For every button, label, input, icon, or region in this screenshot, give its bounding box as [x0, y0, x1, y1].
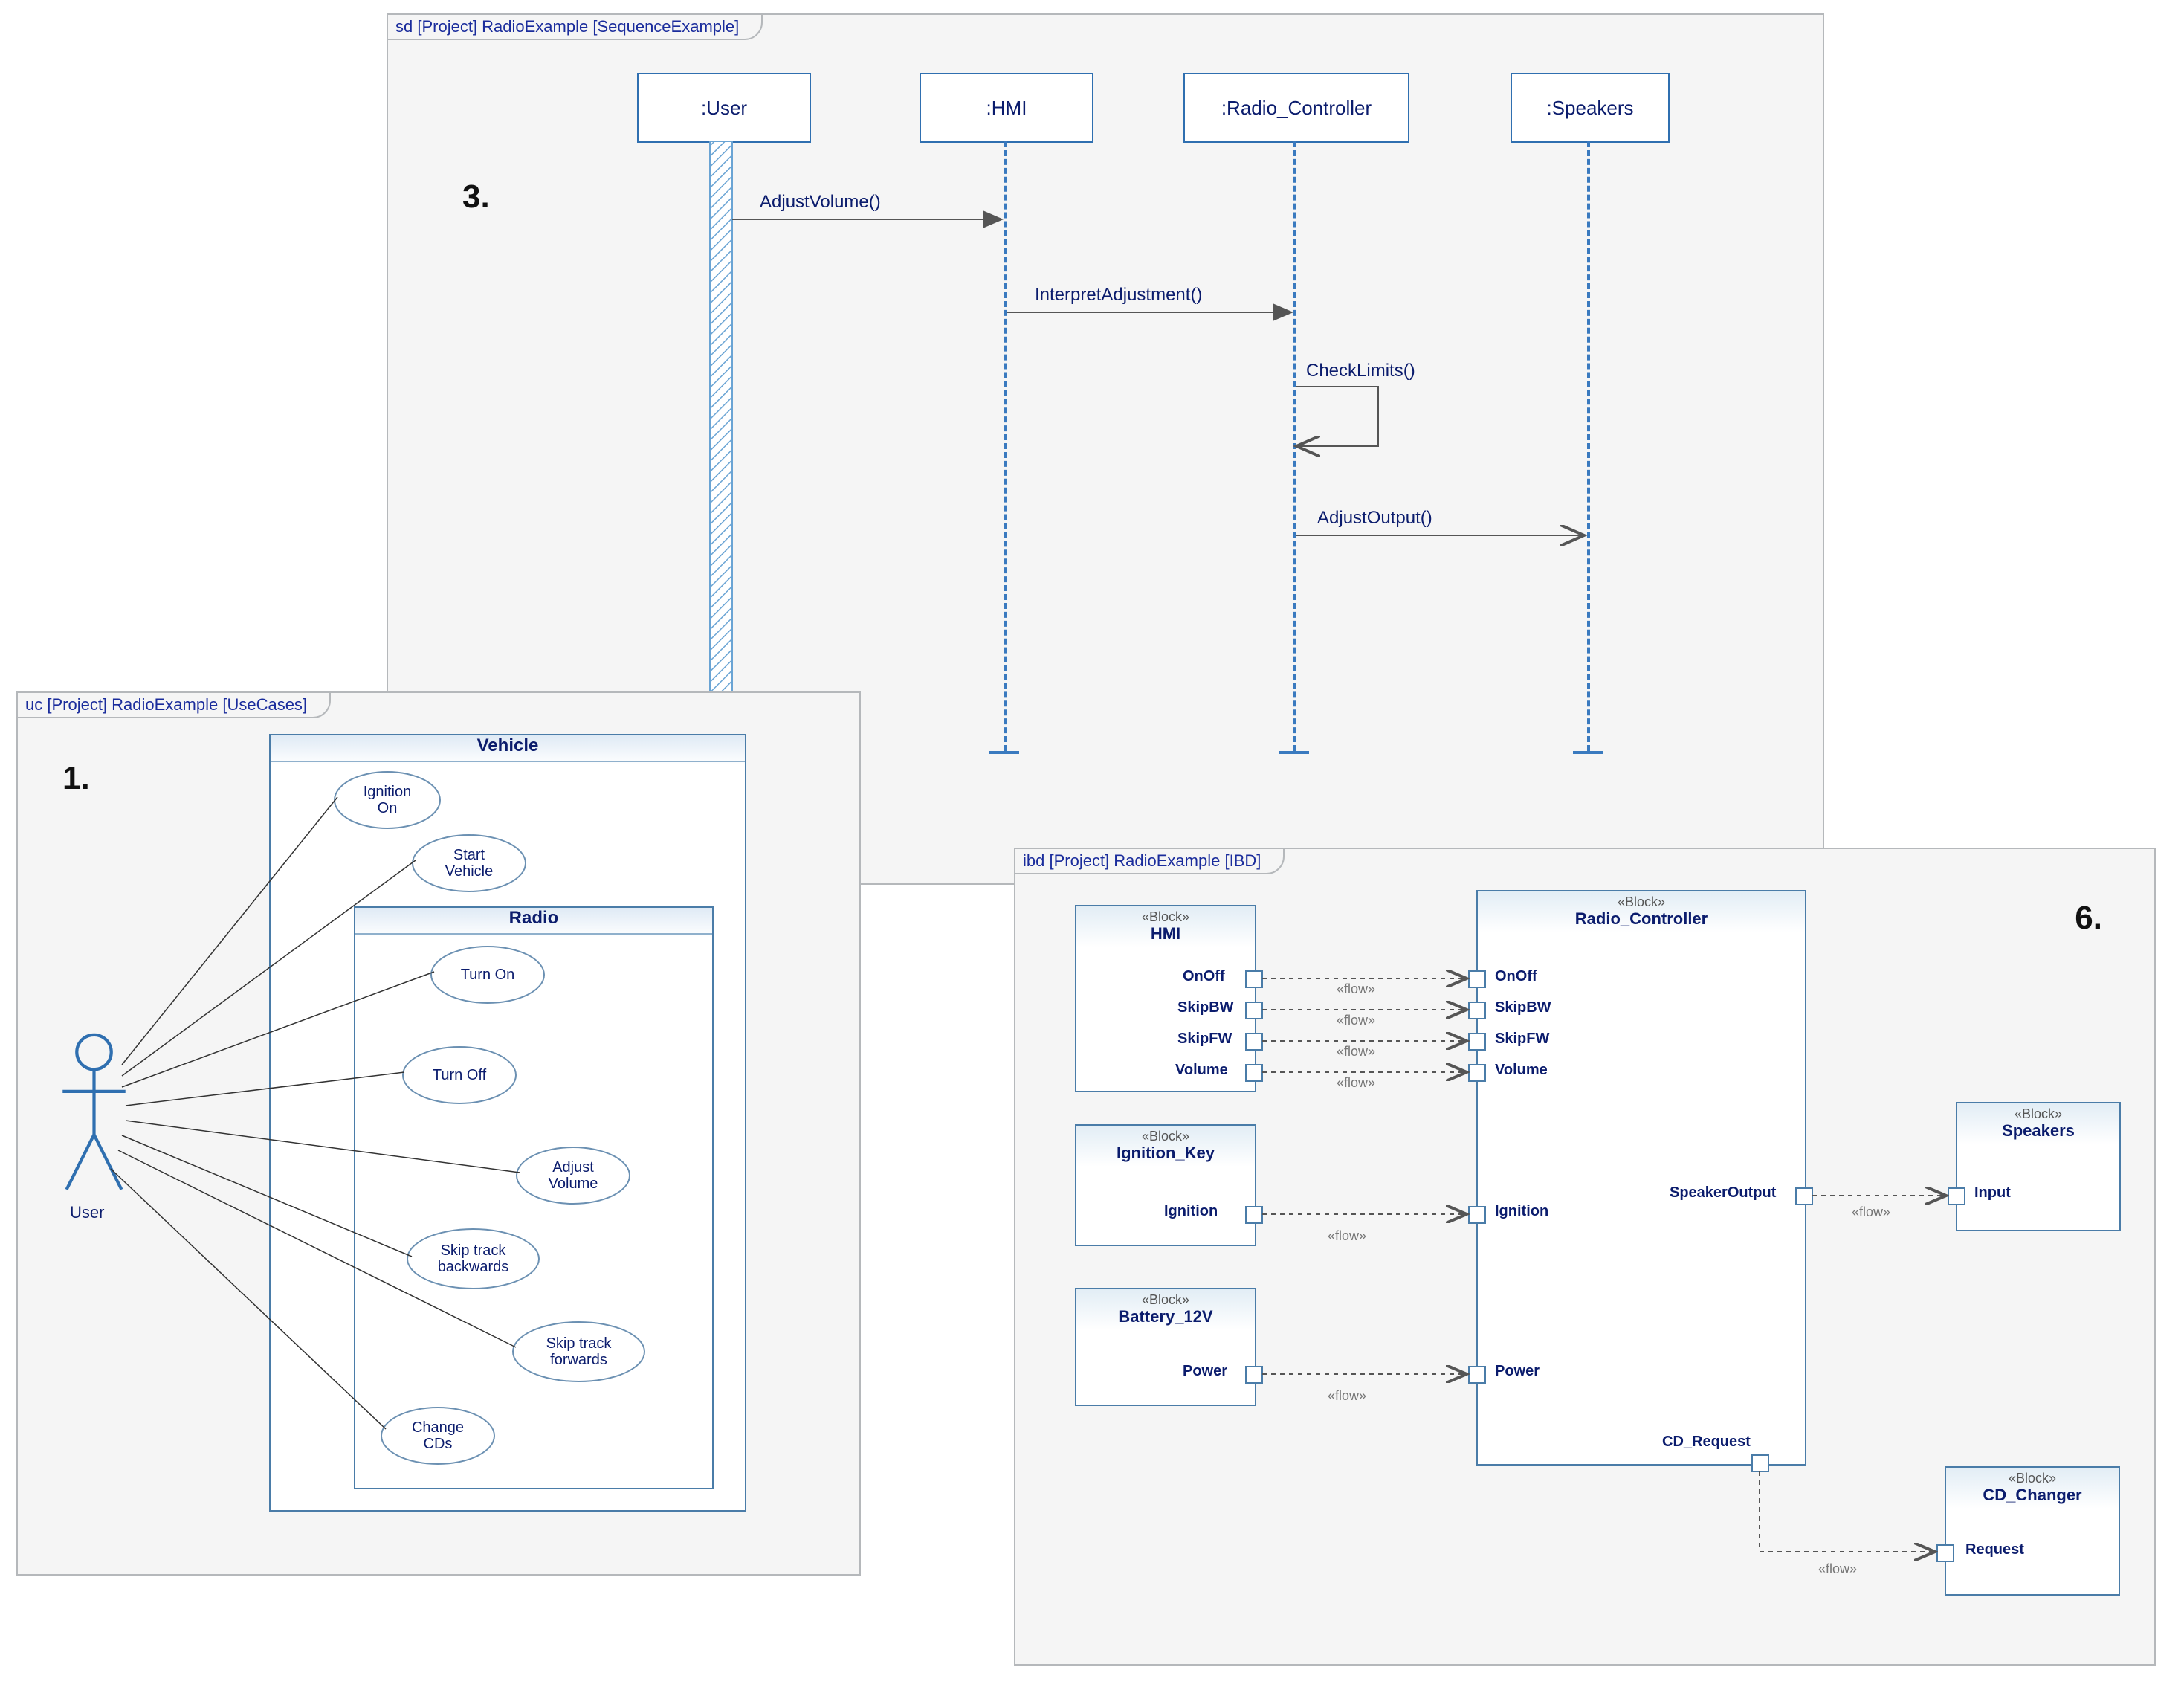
flow-label-skipbw: «flow» — [1337, 1013, 1375, 1028]
msg-check-limits: CheckLimits() — [1306, 361, 1415, 381]
uc-vehicle-title: Vehicle — [271, 735, 745, 762]
plabel-rc-volume: Volume — [1495, 1062, 1548, 1079]
uc-change-cds: Change CDs — [381, 1407, 495, 1465]
block-ignition-key: «Block» Ignition_Key — [1075, 1124, 1256, 1246]
flow-label-volume: «flow» — [1337, 1075, 1375, 1091]
plabel-batt-power: Power — [1183, 1363, 1227, 1380]
port-rc-ignition-in — [1468, 1206, 1486, 1224]
block-battery: «Block» Battery_12V — [1075, 1288, 1256, 1406]
block-hmi: «Block» HMI — [1075, 905, 1256, 1092]
plabel-rc-ignition: Ignition — [1495, 1203, 1548, 1220]
plabel-rc-power: Power — [1495, 1363, 1540, 1380]
port-rc-speakerout — [1795, 1187, 1813, 1205]
uc-skip-forwards: Skip track forwards — [512, 1321, 645, 1382]
plabel-cd-request: Request — [1965, 1541, 2024, 1558]
ibd-diagram-frame: ibd [Project] RadioExample [IBD] 6. «Blo… — [1014, 848, 2156, 1666]
port-rc-power-in — [1468, 1366, 1486, 1384]
msg-interpret-adj: InterpretAdjustment() — [1035, 285, 1202, 306]
port-rc-onoff-in — [1468, 970, 1486, 988]
port-rc-skipbw-in — [1468, 1002, 1486, 1019]
uc-start-vehicle: Start Vehicle — [412, 834, 526, 892]
msg-adjust-volume: AdjustVolume() — [760, 192, 881, 213]
uc-adjust-volume: Adjust Volume — [516, 1147, 630, 1205]
use-case-diagram-frame: uc [Project] RadioExample [UseCases] 1. … — [16, 691, 861, 1576]
port-hmi-skipfw-out — [1245, 1033, 1263, 1051]
port-rc-cdreq — [1751, 1454, 1769, 1472]
plabel-hmi-skipfw: SkipFW — [1177, 1031, 1232, 1048]
flow-label-onoff: «flow» — [1337, 981, 1375, 997]
port-rc-skipfw-in — [1468, 1033, 1486, 1051]
uc-turn-off: Turn Off — [402, 1046, 517, 1104]
block-cd-changer: «Block» CD_Changer — [1945, 1466, 2120, 1596]
plabel-hmi-volume: Volume — [1175, 1062, 1228, 1079]
plabel-rc-skipfw: SkipFW — [1495, 1031, 1549, 1048]
flow-label-speakerout: «flow» — [1852, 1205, 1890, 1220]
uc-frame-title: uc [Project] RadioExample [UseCases] — [16, 691, 331, 718]
port-ignition-out — [1245, 1206, 1263, 1224]
port-hmi-skipbw-out — [1245, 1002, 1263, 1019]
port-hmi-volume-out — [1245, 1064, 1263, 1082]
block-speakers: «Block» Speakers — [1956, 1102, 2121, 1231]
uc-radio-title: Radio — [355, 908, 712, 935]
port-speakers-input — [1948, 1187, 1965, 1205]
plabel-rc-onoff: OnOff — [1495, 968, 1537, 985]
actor-user-icon — [59, 1031, 129, 1199]
uc-number: 1. — [62, 760, 90, 797]
flow-label-cdreq: «flow» — [1818, 1561, 1857, 1577]
uc-radio-container: Radio — [354, 906, 714, 1489]
ibd-number: 6. — [2075, 900, 2102, 937]
ibd-frame-title: ibd [Project] RadioExample [IBD] — [1014, 848, 1285, 874]
uc-ignition-on: Ignition On — [334, 771, 441, 829]
plabel-rc-speakerout: SpeakerOutput — [1670, 1184, 1776, 1202]
flow-label-skipfw: «flow» — [1337, 1044, 1375, 1060]
plabel-rc-skipbw: SkipBW — [1495, 999, 1551, 1016]
port-hmi-onoff-out — [1245, 970, 1263, 988]
port-rc-volume-in — [1468, 1064, 1486, 1082]
actor-user-label: User — [70, 1203, 104, 1222]
plabel-rc-cdreq: CD_Request — [1662, 1434, 1751, 1451]
uc-skip-backwards: Skip track backwards — [407, 1228, 540, 1289]
flow-label-ignition: «flow» — [1328, 1228, 1366, 1244]
uc-turn-on: Turn On — [430, 946, 545, 1004]
plabel-speakers-input: Input — [1974, 1184, 2011, 1202]
flow-label-power: «flow» — [1328, 1388, 1366, 1404]
msg-adjust-output: AdjustOutput() — [1317, 508, 1432, 529]
plabel-ign-ignition: Ignition — [1164, 1203, 1218, 1220]
plabel-hmi-skipbw: SkipBW — [1177, 999, 1234, 1016]
plabel-hmi-onoff: OnOff — [1183, 968, 1225, 985]
port-battery-power-out — [1245, 1366, 1263, 1384]
port-cd-request — [1936, 1544, 1954, 1562]
